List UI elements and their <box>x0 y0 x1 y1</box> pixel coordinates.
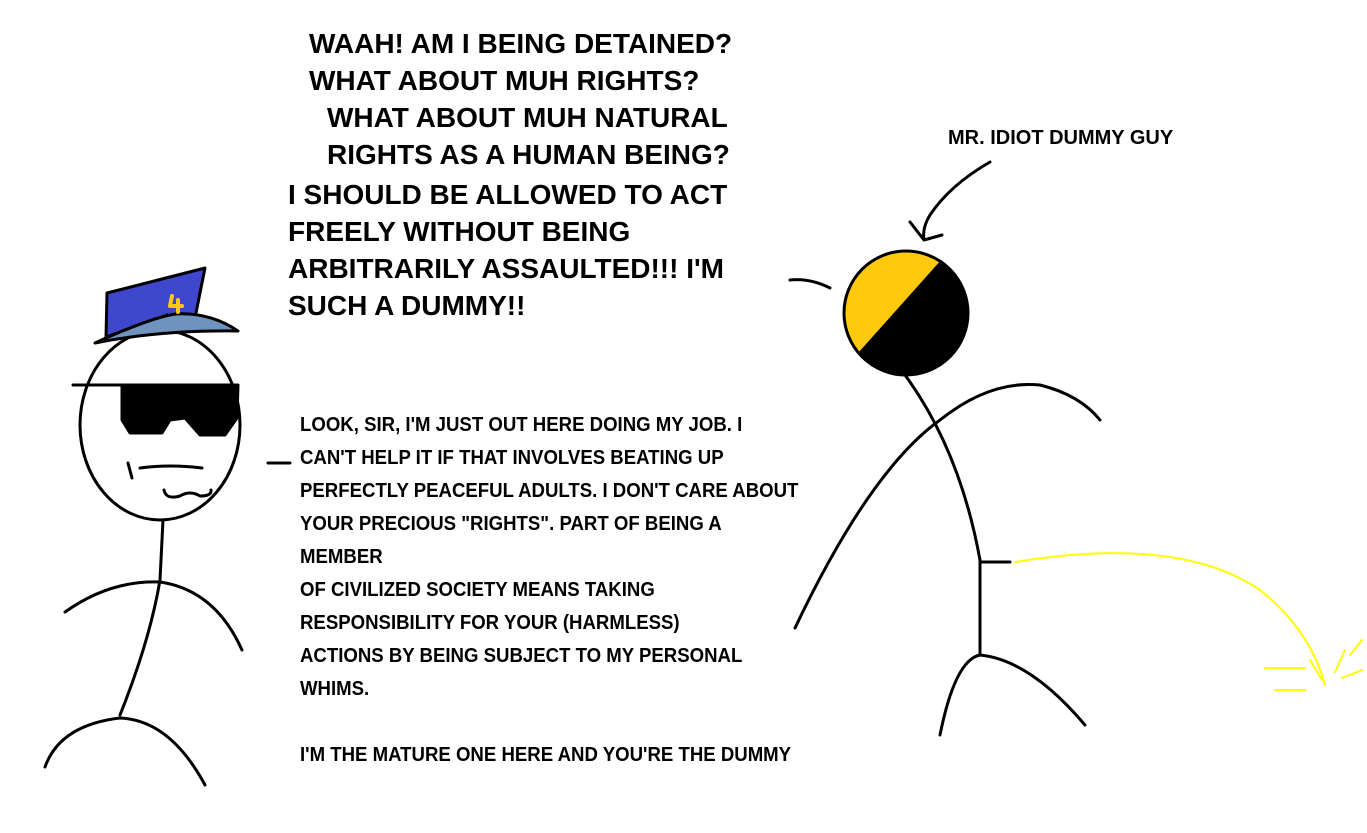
protester-speech-line: I SHOULD BE ALLOWED TO ACT <box>288 179 728 210</box>
protester-pointer <box>788 278 832 290</box>
urine-splash <box>1264 639 1363 691</box>
protester-arm-left <box>793 418 942 630</box>
comic-canvas: WAAH! AM I BEING DETAINED? WHAT ABOUT MU… <box>0 0 1367 833</box>
protester-speech-line: SUCH A DUMMY!! <box>288 290 526 321</box>
cop-speech-line: CAN'T HELP IT IF THAT INVOLVES BEATING U… <box>300 447 724 469</box>
protester-speech-line: FREELY WITHOUT BEING <box>288 216 631 247</box>
protester-label: MR. IDIOT DUMMY GUY <box>948 127 1174 149</box>
cop-legs <box>43 716 207 787</box>
label-arrow-icon <box>908 160 992 242</box>
cop-speech-line: PERFECTLY PEACEFUL ADULTS. I DON'T CARE … <box>300 480 799 502</box>
protester-legs <box>938 653 1087 737</box>
cop-figure <box>43 266 292 787</box>
cop-speech-line: WHIMS. <box>300 678 370 700</box>
cop-speech-line: ACTIONS BY BEING SUBJECT TO MY PERSONAL <box>300 645 743 667</box>
protester-speech-line: WAAH! AM I BEING DETAINED? <box>309 28 733 59</box>
cop-speech-line: LOOK, SIR, I'M JUST OUT HERE DOING MY JO… <box>300 414 743 436</box>
cop-mouth <box>162 488 213 499</box>
protester-figure <box>788 249 1363 737</box>
protester-speech-line: RIGHTS AS A HUMAN BEING? <box>327 139 730 170</box>
cop-speech-line: YOUR PRECIOUS "RIGHTS". PART OF BEING A <box>300 513 722 535</box>
protester-speech-line: WHAT ABOUT MUH NATURAL <box>327 102 728 133</box>
protester-speech-line: ARBITRARILY ASSAULTED!!! I'M <box>288 253 724 284</box>
protester-speech-line: WHAT ABOUT MUH RIGHTS? <box>309 65 700 96</box>
protester-arm-right <box>938 382 1102 422</box>
cop-speech-line: MEMBER <box>300 546 383 568</box>
cop-speech-line: I'M THE MATURE ONE HERE AND YOU'RE THE D… <box>300 744 792 766</box>
cop-brow <box>126 461 204 480</box>
cop-speech-line: OF CIVILIZED SOCIETY MEANS TAKING <box>300 579 655 601</box>
cop-body <box>118 518 165 717</box>
urine-stream <box>1014 552 1326 686</box>
sunglasses <box>120 383 240 437</box>
cop-speech-line: RESPONSIBILITY FOR YOUR (HARMLESS) <box>300 612 680 634</box>
